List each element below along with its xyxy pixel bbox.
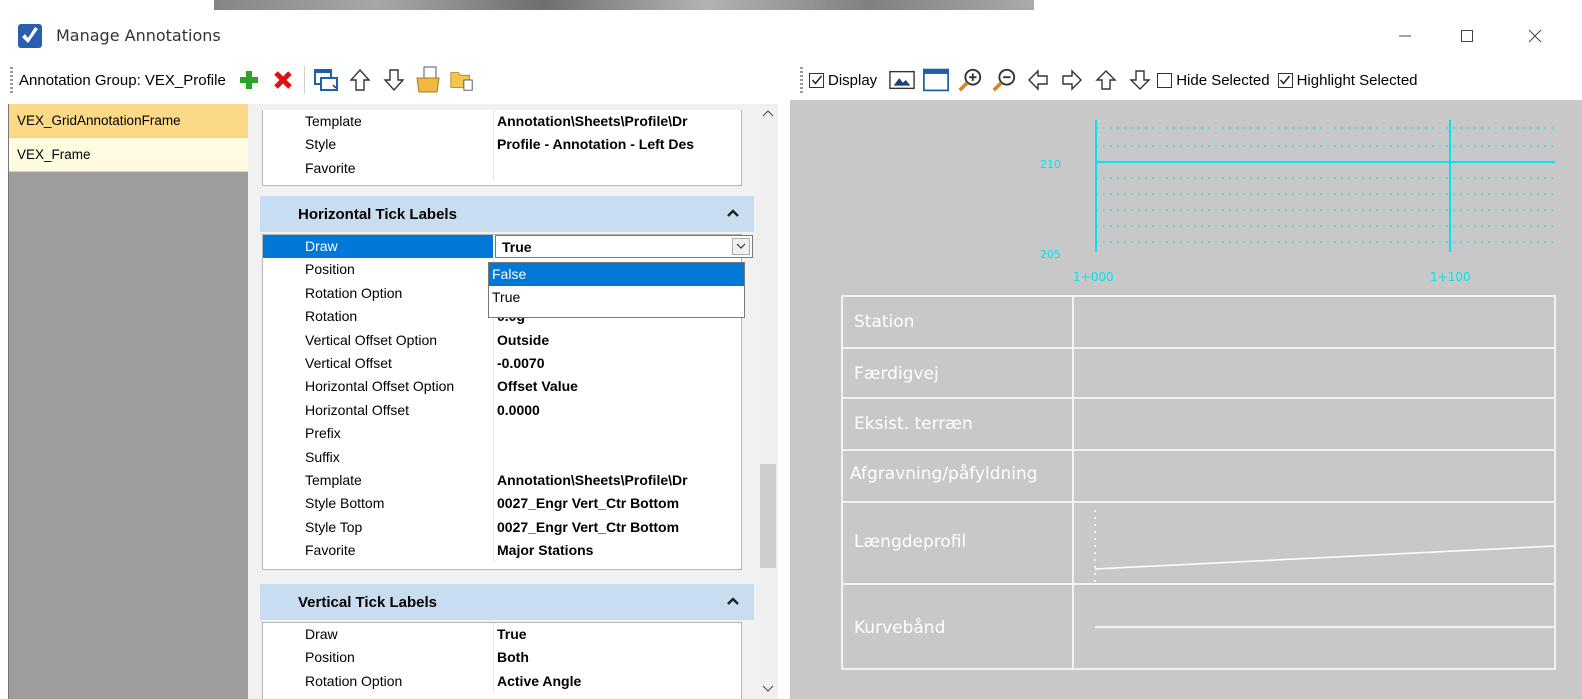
- picture-icon[interactable]: [889, 66, 915, 94]
- pan-up-icon[interactable]: [1093, 66, 1119, 94]
- delete-icon[interactable]: [270, 66, 296, 94]
- annotation-list: VEX_GridAnnotationFrame VEX_Frame: [8, 104, 248, 699]
- property-row[interactable]: Vertical Offset -0.0070: [263, 351, 741, 376]
- zoom-in-icon[interactable]: [957, 66, 983, 94]
- draw-dropdown-list: False True: [488, 262, 745, 318]
- pan-right-icon[interactable]: [1059, 66, 1085, 94]
- x-tick-label: 1+100: [1430, 270, 1471, 284]
- toolbar-grip[interactable]: [800, 67, 803, 93]
- pan-left-icon[interactable]: [1025, 66, 1051, 94]
- property-row[interactable]: Style Top 0027_Engr Vert_Ctr Bottom: [263, 515, 741, 540]
- property-row[interactable]: Style Profile - Annotation - Left Des: [263, 133, 741, 157]
- property-group-top: Template Annotation\Sheets\Profile\Dr Sty…: [262, 110, 742, 186]
- window-icon[interactable]: [923, 66, 950, 94]
- toolbar-grip[interactable]: [10, 67, 13, 93]
- dropdown-option-false[interactable]: False: [489, 263, 744, 286]
- band-label: Kurvebånd: [854, 618, 946, 638]
- checkmark-icon: [1277, 72, 1293, 88]
- minimize-icon: [1399, 35, 1411, 37]
- add-icon[interactable]: [236, 66, 262, 94]
- property-row[interactable]: Rotation Option Active Angle: [263, 669, 741, 694]
- property-row[interactable]: Template Annotation\Sheets\Profile\Dr: [263, 110, 741, 134]
- dropdown-option-true[interactable]: True: [489, 286, 744, 309]
- property-row[interactable]: Draw True: [263, 623, 741, 647]
- scrollbar-thumb[interactable]: [760, 464, 776, 568]
- chevron-down-icon[interactable]: [732, 238, 750, 255]
- open-folder-icon[interactable]: [449, 66, 475, 94]
- band-label: Afgravning/påfyldning: [850, 464, 1038, 484]
- window-title: Manage Annotations: [56, 26, 221, 45]
- y-tick-label: 205: [1040, 248, 1061, 261]
- zoom-out-icon[interactable]: [991, 66, 1017, 94]
- scroll-up-icon[interactable]: [762, 108, 774, 120]
- band-label: Station: [854, 312, 915, 332]
- x-tick-label: 1+000: [1073, 270, 1114, 284]
- title-bar: Manage Annotations: [0, 14, 1582, 60]
- hide-selected-checkbox[interactable]: Hide Selected: [1157, 71, 1270, 89]
- property-row[interactable]: Suffix: [263, 445, 741, 469]
- chevron-up-icon[interactable]: [726, 205, 740, 221]
- paste-icon[interactable]: [415, 66, 441, 94]
- minimize-button[interactable]: [1382, 20, 1428, 52]
- import-icon[interactable]: [313, 66, 339, 94]
- maximize-icon: [1461, 30, 1473, 42]
- display-label: Display: [828, 71, 878, 89]
- checkmark-icon: [809, 72, 824, 88]
- preview-canvas: [841, 120, 1556, 670]
- scroll-down-icon[interactable]: [762, 684, 774, 696]
- pan-down-icon[interactable]: [1127, 66, 1153, 94]
- highlight-selected-checkbox[interactable]: Highlight Selected: [1277, 71, 1418, 89]
- property-row[interactable]: Horizontal Offset 0.0000: [263, 398, 741, 423]
- property-row[interactable]: Favorite: [263, 156, 741, 181]
- property-row[interactable]: Template Annotation\Sheets\Profile\Dr: [263, 468, 741, 493]
- close-button[interactable]: [1512, 20, 1558, 52]
- property-row[interactable]: Vertical Offset Option Outside: [263, 328, 741, 352]
- background-image: [214, 0, 1034, 10]
- property-row[interactable]: Position Both: [263, 646, 741, 670]
- display-checkbox[interactable]: Display: [809, 72, 877, 89]
- annotation-group-label: Annotation Group: VEX_Profile: [19, 71, 226, 89]
- selected-row-highlight: Draw: [263, 235, 493, 258]
- property-row[interactable]: Style Bottom 0027_Engr Vert_Ctr Bottom: [263, 492, 741, 516]
- annotation-list-item[interactable]: VEX_Frame: [9, 138, 248, 172]
- property-scrollbar[interactable]: [758, 104, 778, 699]
- close-icon: [1528, 29, 1542, 43]
- annotation-preview[interactable]: 210 205 1+000 1+100 Station Færdigvej Ek…: [790, 100, 1582, 699]
- highlight-selected-label: Highlight Selected: [1296, 71, 1418, 89]
- property-row[interactable]: Prefix: [263, 422, 741, 446]
- annotation-toolbar: Annotation Group: VEX_Profile: [0, 60, 790, 100]
- move-down-icon[interactable]: [381, 66, 407, 94]
- preview-toolbar: Display Hide Selected Highlight Selected: [790, 60, 1582, 100]
- move-up-icon[interactable]: [347, 66, 373, 94]
- chevron-up-icon[interactable]: [726, 593, 740, 609]
- minor-gridlines: [1096, 127, 1555, 243]
- annotation-list-item[interactable]: VEX_GridAnnotationFrame: [9, 104, 248, 138]
- section-title: Vertical Tick Labels: [298, 594, 437, 611]
- toolbar-separator: [303, 66, 305, 94]
- property-group-vertical: Draw True Position Both Rotation Option Act…: [262, 622, 742, 699]
- y-tick-label: 210: [1040, 158, 1061, 171]
- section-header-horizontal[interactable]: Horizontal Tick Labels: [260, 196, 754, 232]
- background-strip: [0, 0, 1582, 14]
- section-header-vertical[interactable]: Vertical Tick Labels: [260, 584, 754, 620]
- section-title: Horizontal Tick Labels: [298, 206, 457, 223]
- unchecked-box-icon: [1157, 72, 1173, 88]
- property-row[interactable]: Horizontal Offset Option Offset Value: [263, 375, 741, 399]
- profile-line: [1094, 545, 1556, 570]
- band-label: Færdigvej: [854, 364, 939, 384]
- property-row[interactable]: Favorite Major Stations: [263, 539, 741, 563]
- maximize-button[interactable]: [1444, 20, 1490, 52]
- property-panel: Template Annotation\Sheets\Profile\Dr Sty…: [248, 104, 778, 699]
- app-icon: [18, 24, 42, 48]
- hide-selected-label: Hide Selected: [1176, 71, 1270, 89]
- property-row-draw[interactable]: Draw True: [263, 235, 753, 258]
- draw-combobox[interactable]: True: [495, 235, 753, 258]
- band-label: Eksist. terræn: [854, 414, 973, 434]
- grid-lines: [1095, 120, 1555, 252]
- band-label: Længdeprofil: [854, 532, 967, 552]
